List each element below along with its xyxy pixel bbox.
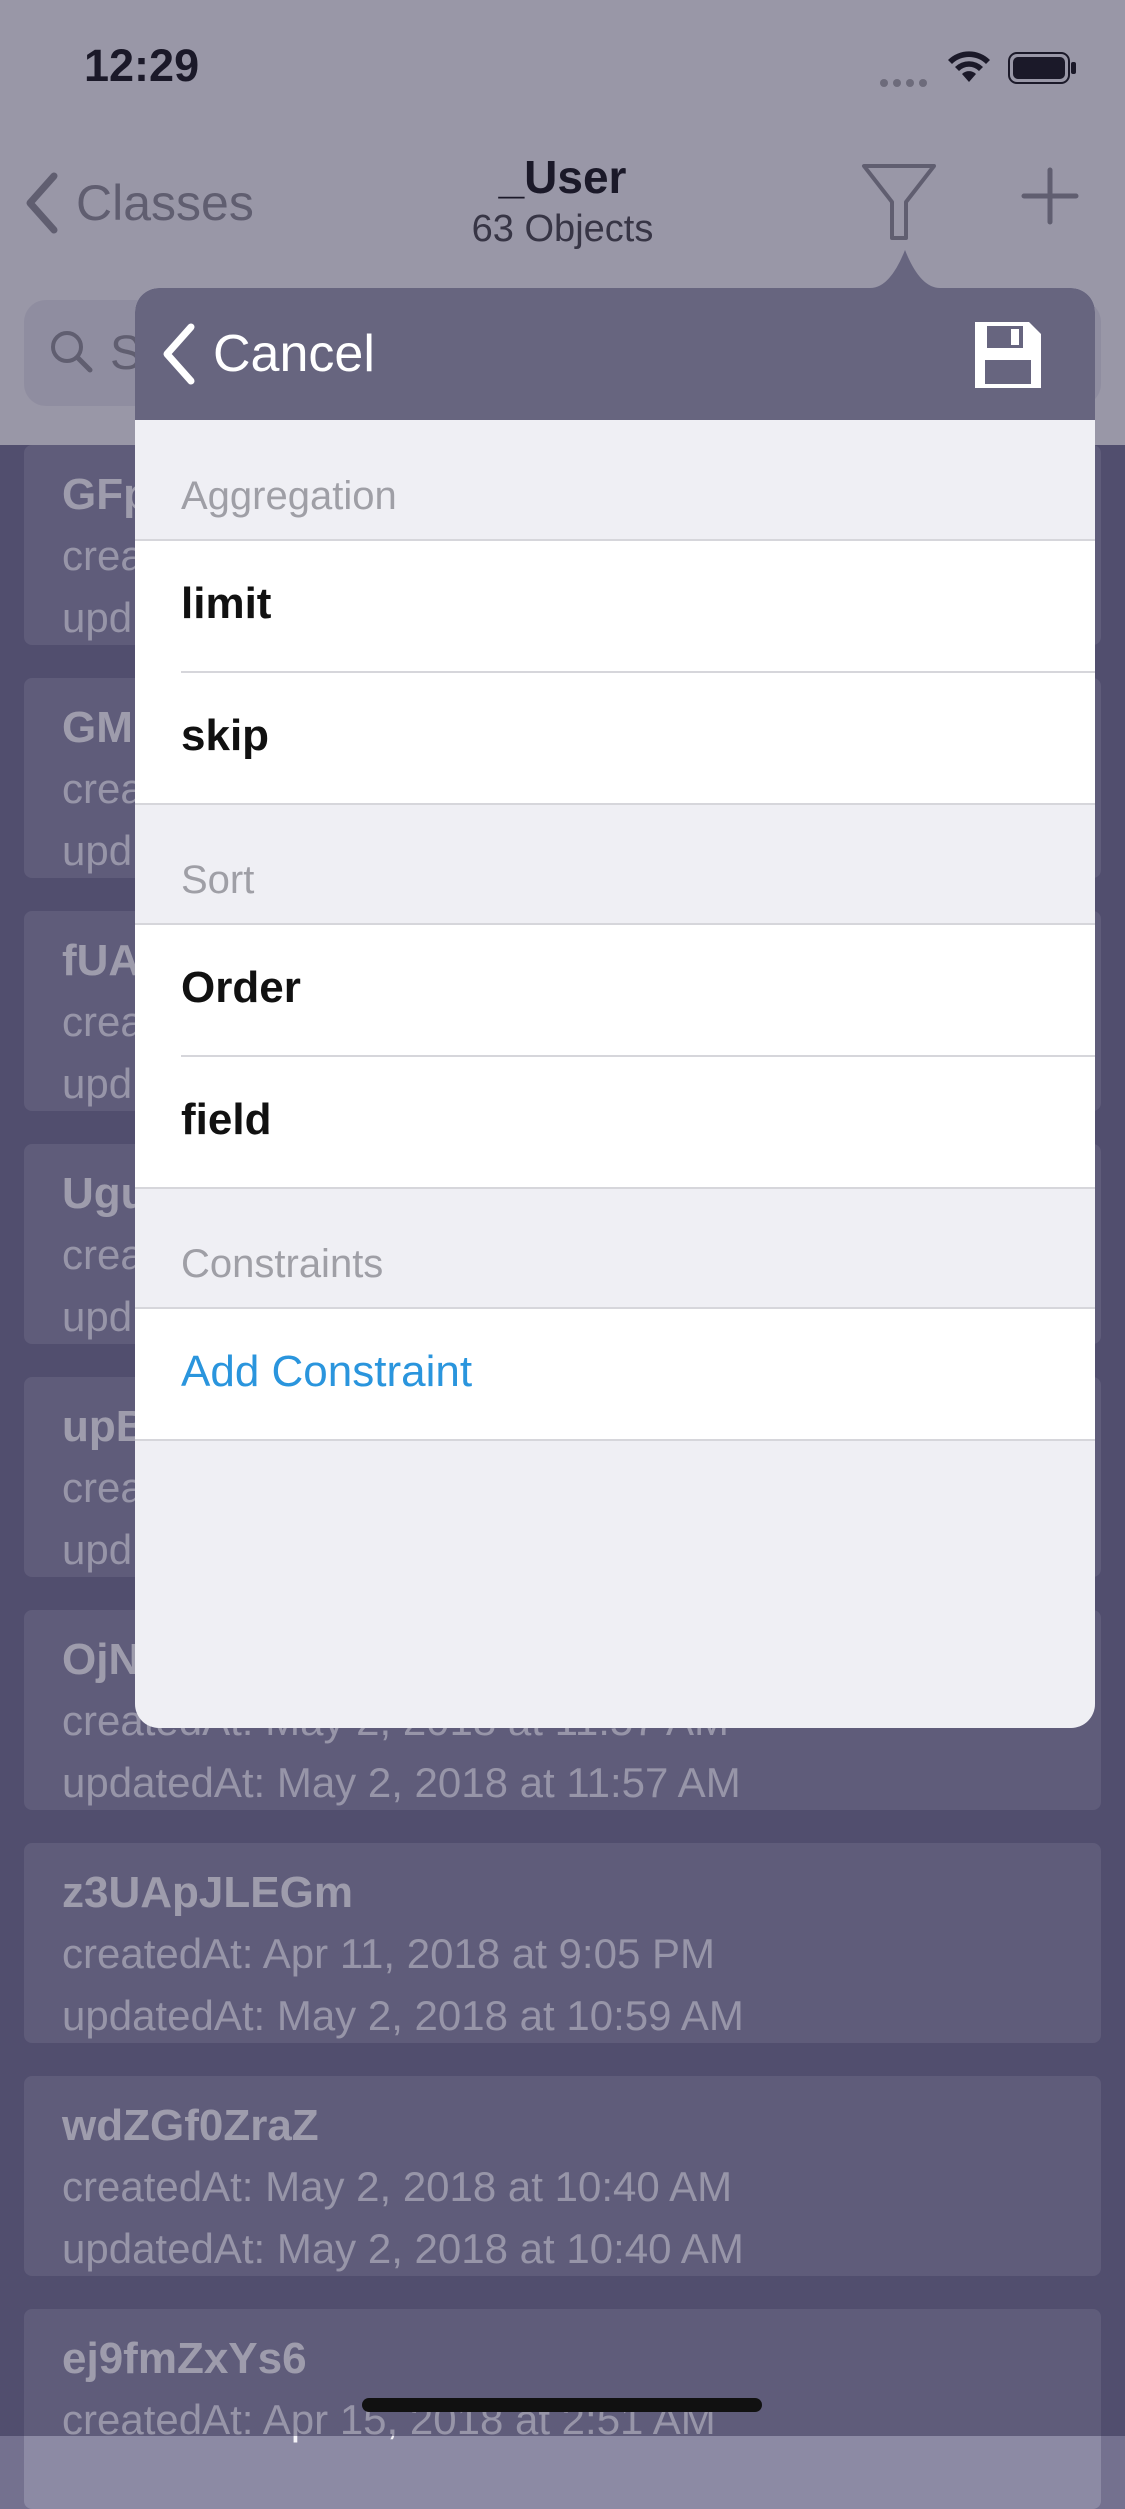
home-indicator[interactable]: [362, 2398, 762, 2412]
limit-row[interactable]: limit: [135, 541, 1095, 673]
divider: [135, 1439, 1095, 1441]
divider: [135, 1187, 1095, 1189]
skip-label: skip: [181, 711, 270, 760]
save-icon[interactable]: [971, 318, 1045, 392]
cancel-button[interactable]: Cancel: [161, 318, 375, 390]
cancel-button-label: Cancel: [213, 325, 375, 383]
section-aggregation: Aggregation: [181, 474, 397, 518]
popover-header: Cancel: [135, 288, 1095, 420]
order-label: Order: [181, 963, 301, 1012]
add-constraint-row[interactable]: Add Constraint: [135, 1309, 1095, 1441]
section-constraints: Constraints: [181, 1242, 384, 1286]
skip-row[interactable]: skip: [135, 673, 1095, 805]
filter-popover: Cancel Aggregation limit skip Sort Order…: [135, 288, 1095, 1728]
popover-arrow: [870, 250, 940, 288]
divider: [135, 803, 1095, 805]
add-constraint-button[interactable]: Add Constraint: [181, 1347, 472, 1397]
field-row[interactable]: field: [135, 1057, 1095, 1189]
field-label: field: [181, 1095, 272, 1144]
limit-label: limit: [181, 579, 272, 628]
order-row[interactable]: Order: [135, 925, 1095, 1057]
chevron-left-icon: [163, 323, 195, 385]
section-sort: Sort: [181, 858, 255, 902]
